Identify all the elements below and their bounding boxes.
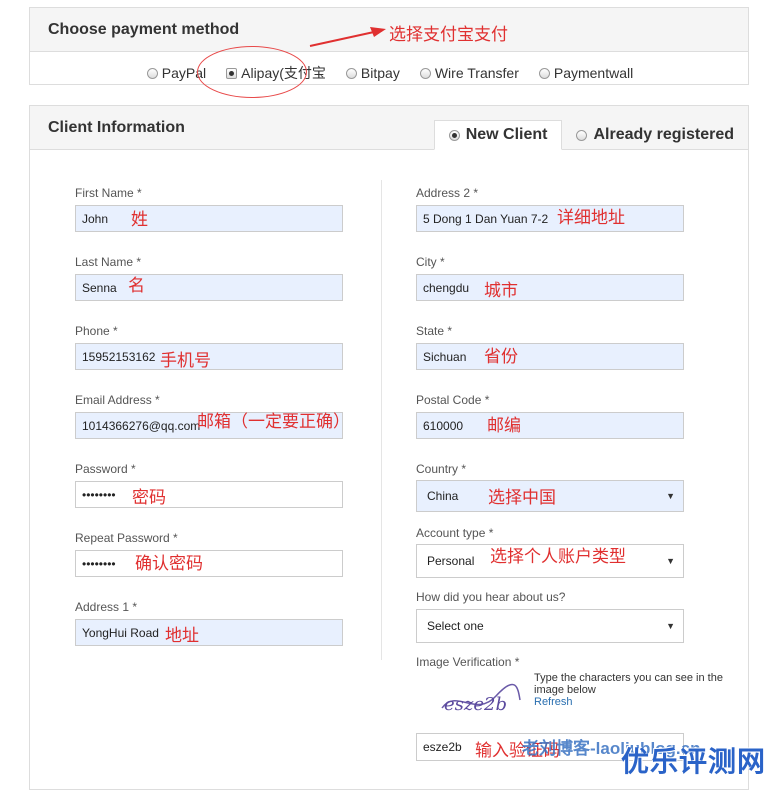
payment-method-title: Choose payment method <box>48 21 240 38</box>
postal-code-note: 邮编 <box>487 416 521 436</box>
captcha-text: esze2b <box>444 694 507 715</box>
state-note: 省份 <box>484 347 518 367</box>
email-note: 邮箱（一定要正确） <box>197 412 350 432</box>
payment-option-bitpay[interactable]: Bitpay <box>345 65 400 81</box>
alipay-annotation: 选择支付宝支付 <box>389 25 508 45</box>
phone-note: 手机号 <box>160 351 211 371</box>
annotation-arrow-icon <box>309 27 386 47</box>
postal-code-label: Postal Code * <box>416 393 490 407</box>
captcha-refresh-link[interactable]: Refresh <box>534 696 724 708</box>
address1-label: Address 1 * <box>75 600 138 614</box>
last-name-input[interactable]: Senna <box>75 274 343 301</box>
client-information-title: Client Information <box>48 119 185 136</box>
payment-option-paymentwall[interactable]: Paymentwall <box>538 65 634 81</box>
address1-input[interactable]: YongHui Road <box>75 619 343 646</box>
state-input[interactable]: Sichuan <box>416 343 684 370</box>
repeat-password-input[interactable]: •••••••• <box>75 550 343 577</box>
address2-input[interactable]: 5 Dong 1 Dan Yuan 7-2 <box>416 205 684 232</box>
alipay-highlight-ellipse <box>197 46 307 98</box>
radio-icon <box>576 129 588 141</box>
last-name-label: Last Name * <box>75 255 142 269</box>
brand-watermark: 优乐评测网 <box>621 746 767 777</box>
account-type-label: Account type * <box>416 526 494 540</box>
repeat-password-label: Repeat Password * <box>75 531 178 545</box>
column-divider <box>381 180 382 660</box>
address2-note: 详细地址 <box>557 208 625 228</box>
radio-checked-icon <box>448 129 460 141</box>
payment-option-label: Wire Transfer <box>434 65 519 81</box>
image-verification-label: Image Verification * <box>416 655 520 669</box>
city-note: 城市 <box>484 281 518 301</box>
captcha-help: Type the characters you can see in the i… <box>534 672 724 708</box>
payment-method-panel: Choose payment method PayPal Alipay(支付宝 … <box>29 7 749 85</box>
country-note: 选择中国 <box>488 488 556 508</box>
captcha-image: esze2b <box>441 683 521 715</box>
first-name-input[interactable]: John <box>75 205 343 232</box>
city-input[interactable]: chengdu <box>416 274 684 301</box>
hear-about-label: How did you hear about us? <box>416 590 566 604</box>
tab-label: New Client <box>465 126 548 143</box>
tab-label: Already registered <box>593 126 734 143</box>
payment-options: PayPal Alipay(支付宝 Bitpay Wire Transfer P… <box>30 61 750 85</box>
captcha-help-text: Type the characters you can see in the i… <box>534 672 723 696</box>
repeat-password-note: 确认密码 <box>135 554 203 574</box>
postal-code-input[interactable]: 610000 <box>416 412 684 439</box>
state-label: State * <box>416 324 453 338</box>
city-label: City * <box>416 255 445 269</box>
account-type-note: 选择个人账户类型 <box>490 547 626 567</box>
last-name-note: 名 <box>128 276 145 296</box>
payment-option-label: Bitpay <box>360 65 400 81</box>
country-value: China <box>427 489 459 503</box>
country-label: Country * <box>416 462 467 476</box>
first-name-label: First Name * <box>75 186 142 200</box>
tab-already-registered[interactable]: Already registered <box>562 120 748 150</box>
hear-about-select[interactable]: Select one ▼ <box>416 609 684 643</box>
radio-icon <box>146 67 158 79</box>
client-tabs: New Client Already registered <box>433 120 748 150</box>
tab-new-client[interactable]: New Client <box>433 120 563 150</box>
account-type-value: Personal <box>427 554 475 568</box>
chevron-down-icon: ▼ <box>666 556 675 566</box>
chevron-down-icon: ▼ <box>666 491 675 501</box>
password-label: Password * <box>75 462 136 476</box>
hear-about-value: Select one <box>427 619 484 633</box>
phone-label: Phone * <box>75 324 118 338</box>
radio-icon <box>538 67 550 79</box>
payment-option-wire-transfer[interactable]: Wire Transfer <box>419 65 519 81</box>
address2-label: Address 2 * <box>416 186 479 200</box>
radio-icon <box>345 67 357 79</box>
radio-icon <box>419 67 431 79</box>
email-label: Email Address * <box>75 393 160 407</box>
payment-option-label: Paymentwall <box>553 65 634 81</box>
password-note: 密码 <box>132 488 166 508</box>
first-name-note: 姓 <box>131 210 148 230</box>
chevron-down-icon: ▼ <box>666 621 675 631</box>
password-input[interactable]: •••••••• <box>75 481 343 508</box>
address1-note: 地址 <box>165 626 199 646</box>
